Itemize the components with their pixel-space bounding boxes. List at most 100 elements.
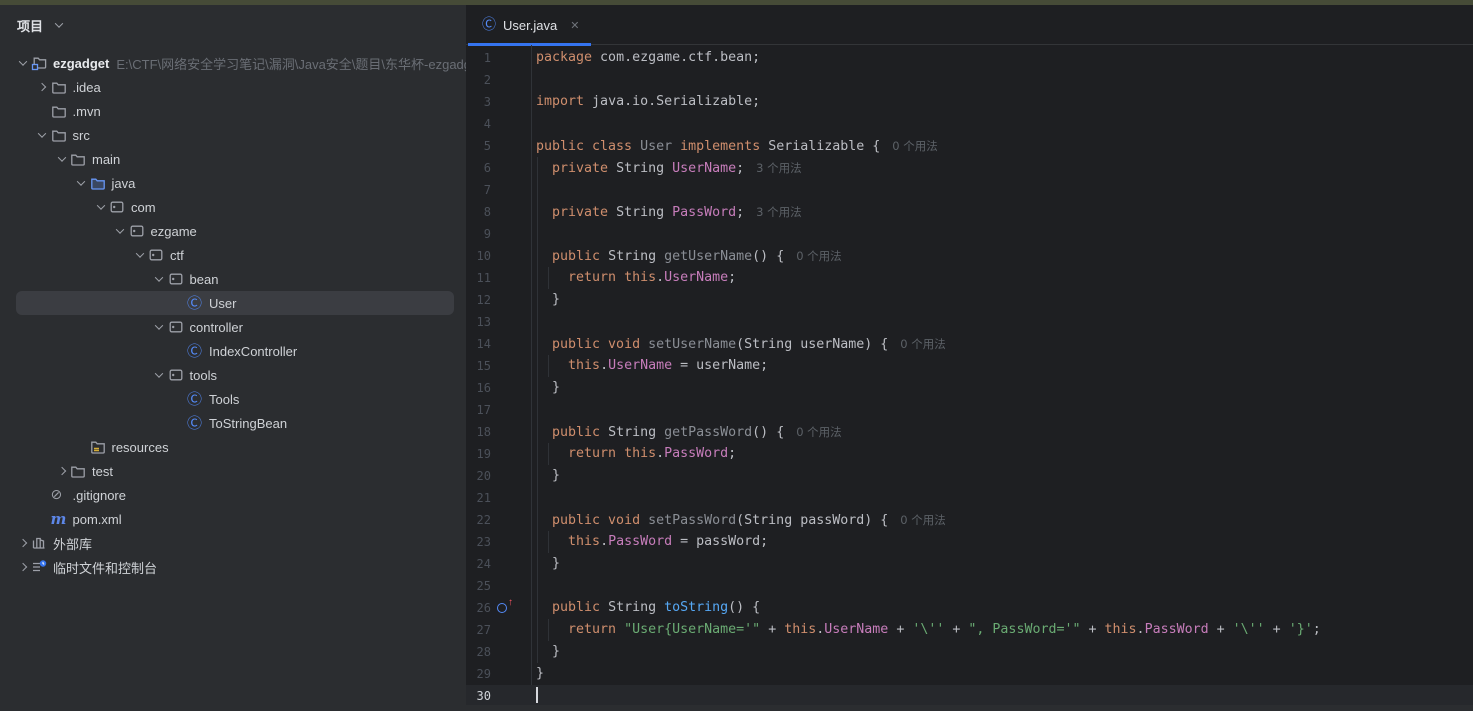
- line-number[interactable]: 29: [466, 667, 491, 681]
- chevron-down-icon[interactable]: [151, 271, 168, 287]
- line-number[interactable]: 27: [466, 623, 491, 637]
- code-line-23[interactable]: 23 this.PassWord = passWord;: [466, 531, 1473, 553]
- usage-inlay-hint[interactable]: 0 个用法: [900, 513, 945, 527]
- chevron-down-icon[interactable]: [53, 151, 70, 167]
- usage-inlay-hint[interactable]: 3 个用法: [756, 161, 801, 175]
- code-line-4[interactable]: 4: [466, 113, 1473, 135]
- code-line-7[interactable]: 7: [466, 179, 1473, 201]
- tree-item-idea[interactable]: .idea: [0, 75, 466, 99]
- chevron-down-icon[interactable]: [14, 55, 31, 71]
- code-line-27[interactable]: 27 return "User{UserName='" + this.UserN…: [466, 619, 1473, 641]
- line-number[interactable]: 6: [466, 161, 491, 175]
- tree-item-tools[interactable]: tools: [0, 363, 466, 387]
- line-number[interactable]: 11: [466, 271, 491, 285]
- chevron-down-icon[interactable]: [92, 199, 109, 215]
- line-number[interactable]: 3: [466, 95, 491, 109]
- chevron-down-icon[interactable]: [151, 367, 168, 383]
- chevron-right-icon[interactable]: [34, 79, 51, 95]
- usage-inlay-hint[interactable]: 0 个用法: [892, 139, 937, 153]
- code-line-13[interactable]: 13: [466, 311, 1473, 333]
- tree-item-user[interactable]: ⒸUser: [0, 291, 466, 315]
- code-line-5[interactable]: 5public class User implements Serializab…: [466, 135, 1473, 157]
- chevron-down-icon[interactable]: [34, 127, 51, 143]
- tree-item-pom-xml[interactable]: mpom.xml: [0, 507, 466, 531]
- line-number[interactable]: 14: [466, 337, 491, 351]
- tree-item-tools[interactable]: ⒸTools: [0, 387, 466, 411]
- tab-user-java[interactable]: Ⓒ User.java ✕: [466, 5, 593, 45]
- line-number[interactable]: 9: [466, 227, 491, 241]
- code-line-11[interactable]: 11 return this.UserName;: [466, 267, 1473, 289]
- code-line-28[interactable]: 28 }: [466, 641, 1473, 663]
- chevron-down-icon[interactable]: [112, 223, 129, 239]
- line-number[interactable]: 13: [466, 315, 491, 329]
- code-line-20[interactable]: 20 }: [466, 465, 1473, 487]
- line-number[interactable]: 22: [466, 513, 491, 527]
- tree-item-com[interactable]: com: [0, 195, 466, 219]
- chevron-down-icon[interactable]: [73, 175, 90, 191]
- line-number[interactable]: 8: [466, 205, 491, 219]
- line-number[interactable]: 28: [466, 645, 491, 659]
- code-line-16[interactable]: 16 }: [466, 377, 1473, 399]
- code-editor[interactable]: 1package com.ezgame.ctf.bean; 2 3import ja…: [466, 45, 1473, 710]
- usage-inlay-hint[interactable]: 0 个用法: [796, 249, 841, 263]
- line-number[interactable]: 26: [466, 601, 491, 615]
- line-number[interactable]: 21: [466, 491, 491, 505]
- line-number[interactable]: 24: [466, 557, 491, 571]
- chevron-down-icon[interactable]: [151, 319, 168, 335]
- line-number[interactable]: 20: [466, 469, 491, 483]
- code-line-25[interactable]: 25: [466, 575, 1473, 597]
- line-number[interactable]: 2: [466, 73, 491, 87]
- usage-inlay-hint[interactable]: 0 个用法: [900, 337, 945, 351]
- code-line-15[interactable]: 15 this.UserName = userName;: [466, 355, 1473, 377]
- tree-item-indexcontroller[interactable]: ⒸIndexController: [0, 339, 466, 363]
- close-tab-icon[interactable]: ✕: [570, 19, 579, 32]
- code-line-14[interactable]: 14 public void setUserName(String userNa…: [466, 333, 1473, 355]
- overriding-method-icon[interactable]: ↑: [497, 602, 510, 615]
- tree-item-ezgame[interactable]: ezgame: [0, 219, 466, 243]
- line-number[interactable]: 16: [466, 381, 491, 395]
- line-number[interactable]: 23: [466, 535, 491, 549]
- line-number[interactable]: 12: [466, 293, 491, 307]
- code-line-18[interactable]: 18 public String getPassWord() {0 个用法: [466, 421, 1473, 443]
- tree-item-main[interactable]: main: [0, 147, 466, 171]
- tree-item-java[interactable]: java: [0, 171, 466, 195]
- line-number[interactable]: 30: [466, 689, 491, 703]
- tree-item-row-20[interactable]: 外部库: [0, 531, 466, 555]
- code-line-17[interactable]: 17: [466, 399, 1473, 421]
- code-line-6[interactable]: 6 private String UserName;3 个用法: [466, 157, 1473, 179]
- line-number[interactable]: 4: [466, 117, 491, 131]
- code-line-10[interactable]: 10 public String getUserName() {0 个用法: [466, 245, 1473, 267]
- usage-inlay-hint[interactable]: 3 个用法: [756, 205, 801, 219]
- project-panel-header[interactable]: 项目: [0, 5, 466, 45]
- code-line-24[interactable]: 24 }: [466, 553, 1473, 575]
- line-number[interactable]: 18: [466, 425, 491, 439]
- tree-item-ctf[interactable]: ctf: [0, 243, 466, 267]
- tree-item-tostringbean[interactable]: ⒸToStringBean: [0, 411, 466, 435]
- tree-item-mvn[interactable]: .mvn: [0, 99, 466, 123]
- line-number[interactable]: 25: [466, 579, 491, 593]
- code-line-21[interactable]: 21: [466, 487, 1473, 509]
- chevron-down-icon[interactable]: [131, 247, 148, 263]
- code-line-3[interactable]: 3import java.io.Serializable;: [466, 91, 1473, 113]
- chevron-right-icon[interactable]: [14, 535, 31, 551]
- code-line-12[interactable]: 12 }: [466, 289, 1473, 311]
- code-line-1[interactable]: 1package com.ezgame.ctf.bean;: [466, 47, 1473, 69]
- tree-item-resources[interactable]: resources: [0, 435, 466, 459]
- code-line-30[interactable]: 30: [466, 685, 1473, 707]
- code-line-2[interactable]: 2: [466, 69, 1473, 91]
- code-line-22[interactable]: 22 public void setPassWord(String passWo…: [466, 509, 1473, 531]
- line-number[interactable]: 5: [466, 139, 491, 153]
- line-number[interactable]: 17: [466, 403, 491, 417]
- code-line-29[interactable]: 29}: [466, 663, 1473, 685]
- code-line-19[interactable]: 19 return this.PassWord;: [466, 443, 1473, 465]
- chevron-right-icon[interactable]: [14, 559, 31, 575]
- tree-item-ezgadget[interactable]: ezgadgetE:\CTF\网络安全学习笔记\漏洞\Java安全\题目\东华杯…: [0, 51, 466, 75]
- tree-item-test[interactable]: test: [0, 459, 466, 483]
- tree-item-bean[interactable]: bean: [0, 267, 466, 291]
- tree-item-gitignore[interactable]: ⊘.gitignore: [0, 483, 466, 507]
- code-line-26[interactable]: 26↑ public String toString() {: [466, 597, 1473, 619]
- tree-item-src[interactable]: src: [0, 123, 466, 147]
- line-number[interactable]: 19: [466, 447, 491, 461]
- line-number[interactable]: 1: [466, 51, 491, 65]
- line-number[interactable]: 7: [466, 183, 491, 197]
